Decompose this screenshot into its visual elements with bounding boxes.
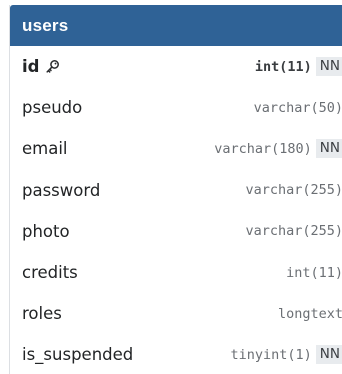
key-icon [45, 59, 60, 74]
field-row-is-suspended[interactable]: is_suspended tinyint(1) NN [10, 334, 342, 374]
field-name: is_suspended [22, 345, 134, 365]
field-row-roles[interactable]: roles longtext [10, 293, 342, 334]
field-right: longtext [278, 306, 342, 322]
field-type: varchar(180) [214, 140, 312, 157]
field-name: email [22, 139, 68, 159]
field-right: varchar(255) [245, 182, 342, 198]
field-type: varchar(255) [245, 223, 342, 240]
field-row-pseudo[interactable]: pseudo varchar(50) [10, 87, 342, 128]
table-title: users [22, 15, 69, 35]
field-row-photo[interactable]: photo varchar(255) [10, 211, 342, 252]
field-type: int(11) [286, 264, 342, 281]
table-header[interactable]: users [10, 5, 342, 46]
field-right: int(11) NN [254, 57, 342, 77]
field-name: id [22, 57, 40, 77]
field-type: tinyint(1) [230, 346, 312, 363]
field-name: roles [22, 304, 62, 324]
field-name: credits [22, 263, 78, 283]
not-null-badge: NN [315, 139, 342, 159]
field-row-credits[interactable]: credits int(11) [10, 252, 342, 293]
field-row-password[interactable]: password varchar(255) [10, 170, 342, 211]
not-null-badge: NN [315, 57, 342, 77]
field-right: varchar(50) [254, 100, 342, 116]
field-name: photo [22, 221, 70, 241]
field-right: tinyint(1) NN [230, 345, 342, 365]
field-right: varchar(180) NN [214, 139, 342, 159]
field-type: varchar(50) [253, 99, 342, 116]
field-row-email[interactable]: email varchar(180) NN [10, 128, 342, 169]
field-left: is_suspended [22, 345, 133, 364]
field-left: photo [22, 222, 70, 241]
field-left: password [22, 181, 100, 200]
field-row-id[interactable]: id int(11) NN [10, 46, 342, 87]
field-right: int(11) [286, 265, 342, 281]
field-name: pseudo [22, 98, 83, 118]
field-type: int(11) [254, 58, 312, 75]
field-left: roles [22, 304, 62, 323]
field-left: id [22, 57, 60, 76]
field-left: credits [22, 263, 78, 282]
field-list: id int(11) NN pseudo varchar(50) email v… [10, 46, 342, 374]
field-left: pseudo [22, 98, 82, 117]
field-right: varchar(255) [245, 223, 342, 239]
field-type: varchar(255) [245, 182, 342, 199]
not-null-badge: NN [315, 345, 342, 365]
field-left: email [22, 139, 68, 158]
field-name: password [22, 180, 101, 200]
field-type: longtext [277, 305, 342, 322]
table-card-users[interactable]: users id int(11) NN pseudo varchar(50) e… [9, 5, 342, 374]
